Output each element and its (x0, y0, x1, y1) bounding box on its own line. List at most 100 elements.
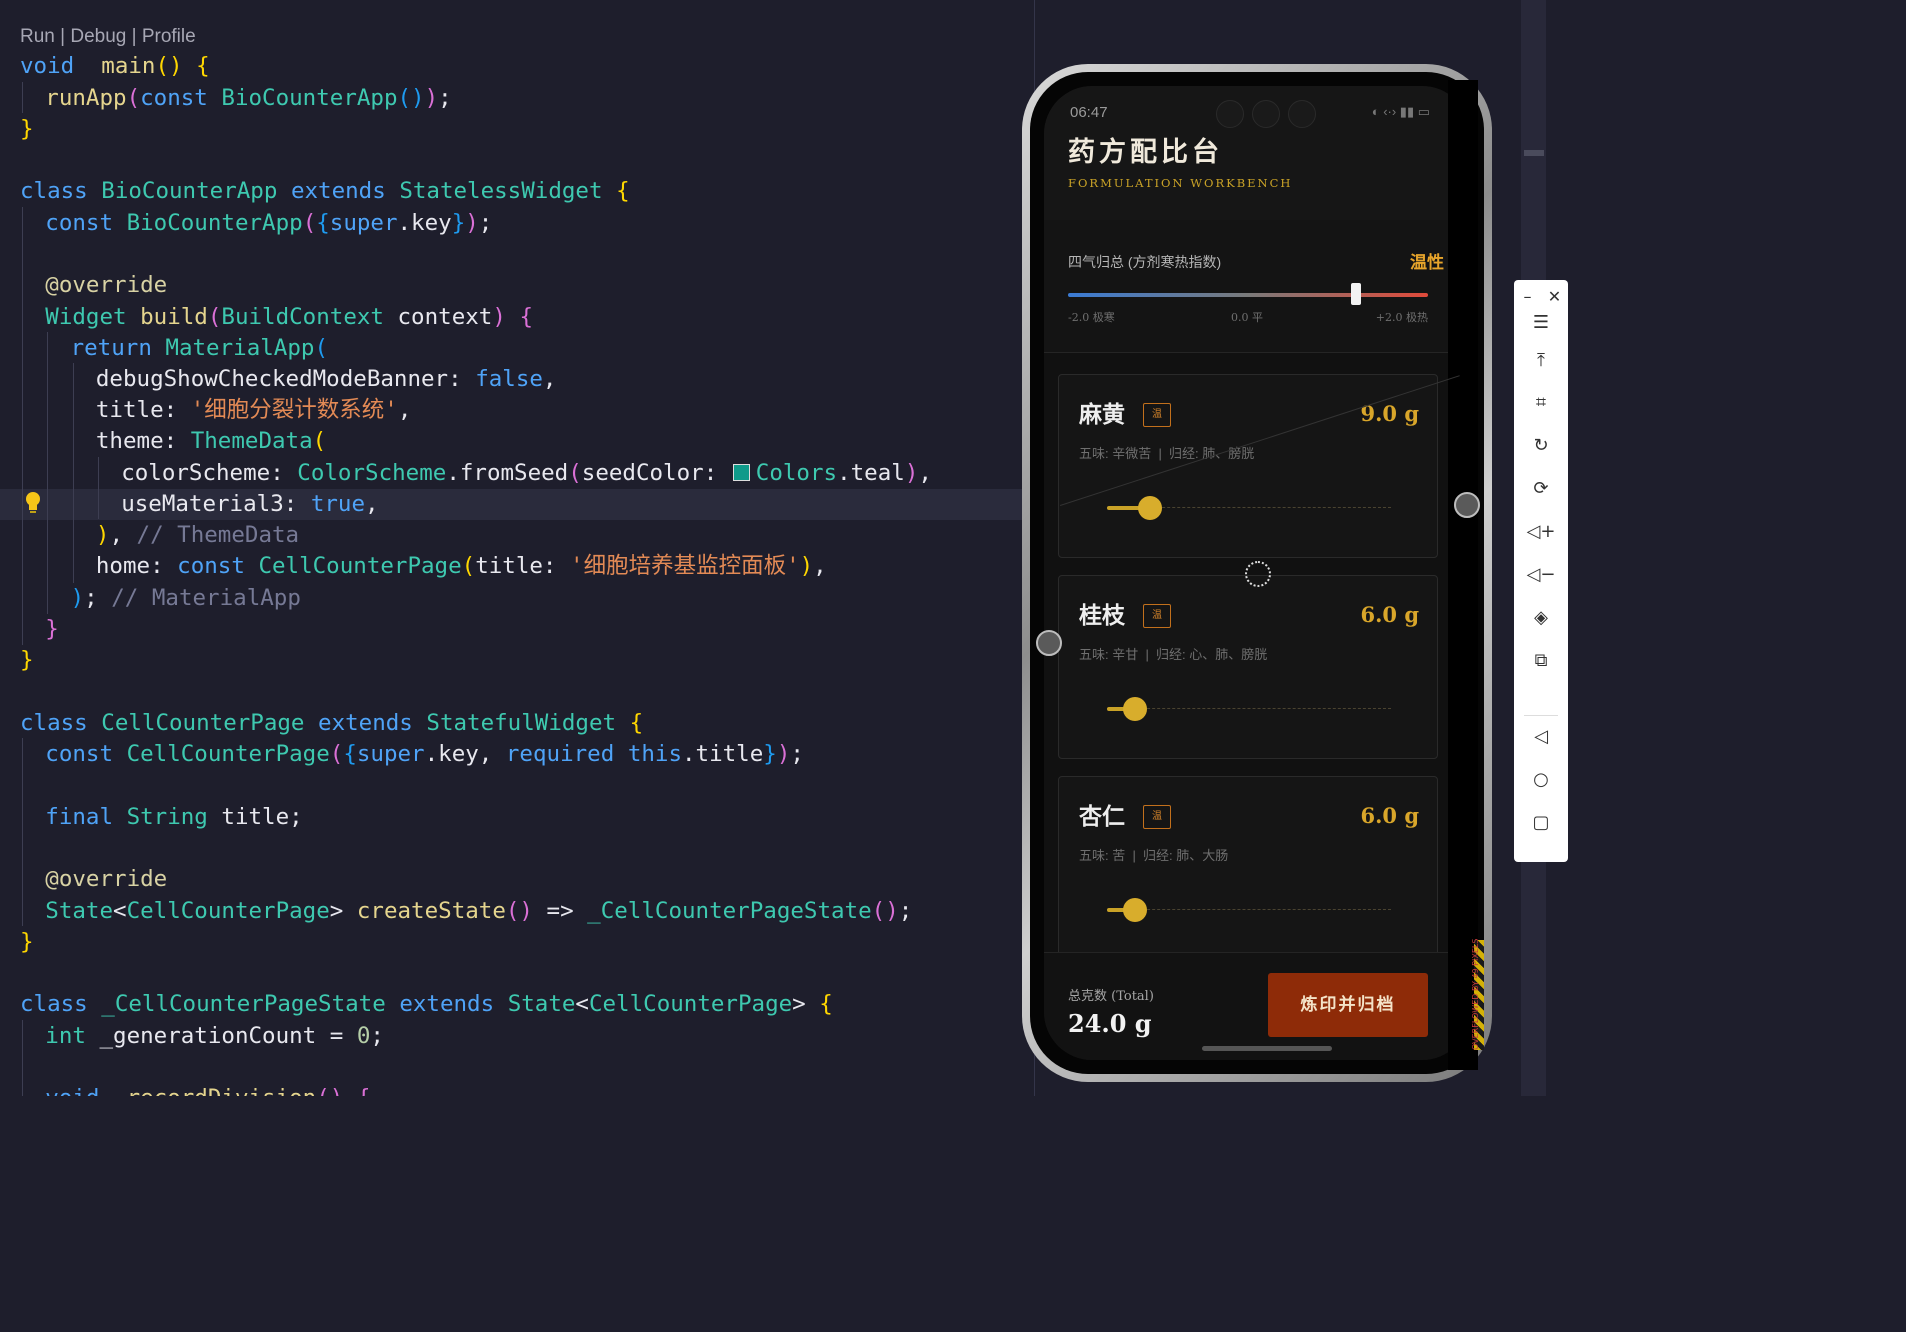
nature-index-label: 四气归总 (方剂寒热指数) (1068, 254, 1222, 270)
code-token: .key (397, 210, 452, 236)
code-editor[interactable]: Run | Debug | Profile void main() {runAp… (0, 0, 1034, 1096)
code-line[interactable]: const CellCounterPage({super.key, requir… (45, 739, 804, 770)
code-token: .fromSeed (446, 460, 569, 486)
code-line[interactable]: ); // MaterialApp (71, 583, 301, 614)
code-token: void (20, 53, 75, 79)
code-token: State (45, 898, 114, 924)
code-line[interactable]: colorScheme: ColorScheme.fromSeed(seedCo… (121, 458, 932, 489)
resize-handle-left[interactable] (1036, 630, 1062, 656)
code-line[interactable]: debugShowCheckedModeBanner: false, (96, 364, 557, 395)
code-token: ) (776, 741, 791, 767)
code-token: ) (799, 553, 814, 579)
code-token: { (519, 304, 533, 330)
code-token: ( (312, 428, 327, 454)
nature-index-thumb[interactable] (1351, 283, 1361, 305)
code-token: ( (461, 553, 476, 579)
codelens-run-debug-profile[interactable]: Run | Debug | Profile (20, 26, 196, 48)
resize-handle-right[interactable] (1454, 492, 1480, 518)
erase-icon[interactable]: ◈ (1514, 603, 1568, 633)
code-line[interactable]: const BioCounterApp({super.key}); (45, 208, 492, 239)
code-token: @override (45, 866, 168, 892)
code-token: } (451, 210, 466, 236)
gesture-home-bar[interactable] (1202, 1046, 1332, 1051)
code-token: ( (302, 210, 317, 236)
code-line[interactable]: } (20, 114, 34, 145)
code-token: true (310, 491, 366, 517)
refresh-icon[interactable]: ⟳ (1514, 474, 1568, 504)
crop-icon[interactable]: ⌗ (1514, 388, 1568, 418)
herb-slider-thumb[interactable] (1137, 496, 1162, 520)
screenshot-icon[interactable]: ⧉ (1514, 646, 1568, 676)
volume-down-icon[interactable]: ◁− (1514, 560, 1568, 590)
code-token: title: (95, 397, 191, 423)
code-line[interactable]: return MaterialApp( (71, 333, 328, 364)
herb-meta: 五味: 辛微苦 | 归经: 肺、膀胱 (1079, 446, 1255, 461)
code-token: , (397, 397, 412, 423)
code-line[interactable]: ), // ThemeData (96, 520, 299, 551)
back-icon[interactable]: ◁ (1514, 722, 1568, 752)
herb-slider-thumb[interactable] (1123, 697, 1148, 721)
code-token: debugShowCheckedModeBanner: (95, 366, 476, 392)
code-line[interactable]: void main() { (20, 51, 210, 82)
code-token: { (196, 53, 210, 79)
code-token: context (383, 304, 493, 330)
overview-icon[interactable]: ▢ (1514, 808, 1568, 838)
herb-weight: 6.0 g (1360, 803, 1419, 828)
code-token: String (126, 804, 208, 830)
code-line[interactable]: class CellCounterPage extends StatefulWi… (20, 708, 643, 739)
code-token: ThemeData (190, 428, 313, 454)
code-line[interactable]: runApp(const BioCounterApp()); (45, 83, 451, 114)
code-token: ) (70, 585, 85, 611)
code-line[interactable]: @override (45, 270, 167, 301)
code-line[interactable]: class _CellCounterPageState extends Stat… (20, 989, 833, 1020)
code-token: BioCounterApp (101, 178, 278, 204)
menu-icon[interactable]: ☰ (1514, 308, 1568, 338)
lightbulb-icon[interactable] (24, 491, 42, 515)
code-line[interactable]: @override (45, 864, 167, 895)
code-token: () (871, 898, 899, 924)
scrollbar-thumb[interactable] (1524, 150, 1544, 156)
rotate-icon[interactable]: ↻ (1514, 431, 1568, 461)
code-line[interactable]: Widget build(BuildContext context) { (45, 302, 533, 333)
volume-up-icon[interactable]: ◁+ (1514, 517, 1568, 547)
pin-top-icon[interactable]: ⤒ (1514, 346, 1568, 376)
code-token: ( (329, 741, 344, 767)
code-line[interactable]: title: '细胞分裂计数系统', (96, 395, 411, 426)
code-line[interactable]: } (45, 614, 59, 645)
color-swatch-icon[interactable] (732, 464, 750, 481)
herb-slider-thumb[interactable] (1123, 898, 1148, 922)
code-token: { (629, 710, 644, 736)
code-line[interactable]: class BioCounterApp extends StatelessWid… (20, 176, 630, 207)
code-token: class (20, 178, 88, 204)
herb-slider-track (1107, 708, 1391, 709)
code-line[interactable]: final String title; (45, 802, 302, 833)
code-token: .teal (837, 460, 905, 486)
nature-index-track (1068, 293, 1428, 297)
code-line[interactable]: } (20, 645, 34, 676)
archive-button[interactable]: 炼印并归档 (1268, 973, 1428, 1037)
code-token: Colors (755, 460, 838, 486)
code-line[interactable]: int _generationCount = 0; (45, 1021, 384, 1052)
code-token: { (616, 178, 630, 204)
code-line[interactable]: void _recordDivision() { (45, 1083, 370, 1096)
code-line[interactable]: home: const CellCounterPage(title: '细胞培养… (96, 551, 827, 582)
code-line[interactable]: theme: ThemeData( (96, 426, 326, 457)
indent-guide (22, 207, 23, 645)
code-line[interactable]: } (20, 927, 34, 958)
code-token: Widget (45, 304, 127, 330)
code-token: , (542, 366, 557, 392)
code-token: title; (207, 804, 303, 830)
home-icon[interactable]: ○ (1514, 765, 1568, 795)
code-line[interactable]: useMaterial3: true, (121, 489, 378, 520)
code-token: } (763, 741, 777, 767)
code-token: title: (475, 553, 571, 579)
code-line[interactable]: State<CellCounterPage> createState() => … (45, 896, 912, 927)
total-value: 24.0 g (1068, 1009, 1152, 1038)
code-token: super (356, 741, 425, 767)
code-token: _generationCount = (85, 1023, 357, 1049)
